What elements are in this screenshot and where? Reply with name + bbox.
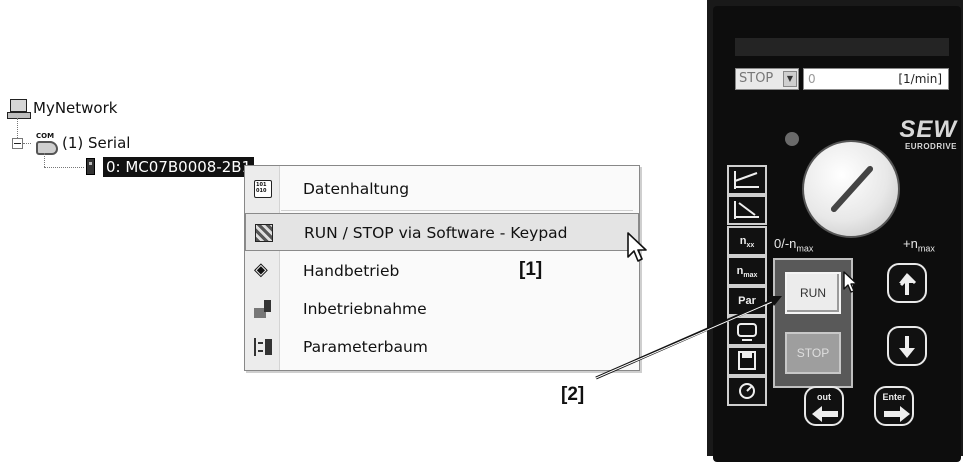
callout-2-pointer-line [595,296,782,380]
